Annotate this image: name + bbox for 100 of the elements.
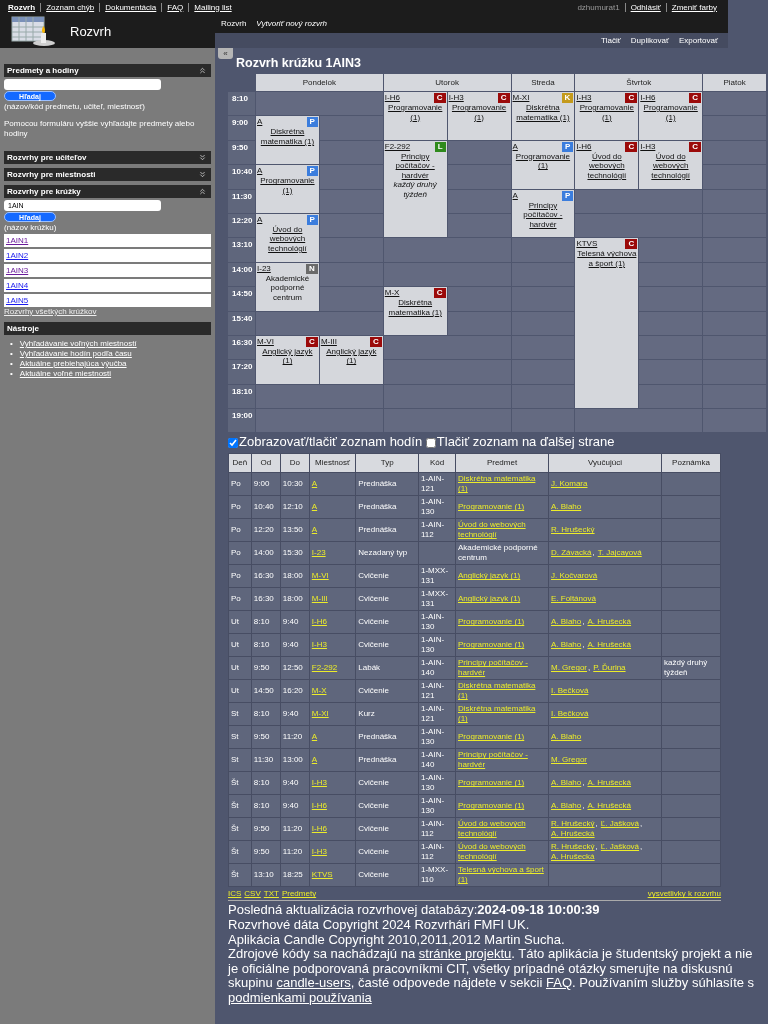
tool-link[interactable]: Vyhľadávanie hodín podľa času [19,349,132,359]
section-header[interactable]: Rozvrhy pre krúžky [4,185,211,198]
room-link[interactable]: A [257,166,263,176]
room-link[interactable]: A [257,117,263,127]
room-link[interactable]: I-H3 [311,778,327,788]
teacher-link[interactable]: R. Hrušecký [551,842,595,852]
user-link[interactable]: Zmeniť farby [665,2,722,12]
teacher-link[interactable]: Ľ. Jašková [600,842,640,852]
new-schedule-link[interactable]: Vytvoriť nový rozvrh [256,19,328,28]
room-link[interactable]: M-X [311,686,327,696]
teacher-link[interactable]: A. Blaho [551,732,582,742]
nav-link[interactable]: Zoznam chýb [40,2,100,12]
teacher-link[interactable]: I. Bečková [551,709,589,719]
teacher-link[interactable]: A. Blaho [551,640,582,650]
subject-link[interactable]: Programovanie (1) [640,103,702,122]
teacher-link[interactable]: A. Blaho [551,502,582,512]
room-link[interactable]: I-H3 [576,93,592,103]
tool-link[interactable]: Aktuálne voľné miestnosti [19,369,112,379]
subject-link[interactable]: Principy počítačov - hardvér [458,658,546,679]
room-link[interactable]: A [311,732,318,742]
room-link[interactable]: A [311,479,318,489]
subject-link[interactable]: Principy počítačov - hardvér [458,750,546,771]
collapse-icon[interactable] [198,66,207,75]
section-header[interactable]: Rozvrhy pre miestnosti [4,168,211,181]
action-link[interactable]: Exportovať [678,36,718,45]
teacher-link[interactable]: E. Foltánová [551,594,596,604]
user-link[interactable]: Odhlásiť [624,2,666,12]
room-link[interactable]: I-H3 [640,141,656,152]
footer-link[interactable]: podmienkami používania [228,990,372,1006]
room-link[interactable]: I-H6 [384,93,400,103]
room-link[interactable]: I-H6 [640,93,656,103]
lesson-card[interactable]: A P Úvod do webových technológií [256,213,319,262]
search-field[interactable] [4,79,161,90]
lesson-card[interactable]: M-VI C Anglický jazyk (1) [256,335,319,384]
teacher-link[interactable]: T. Jajcayová [597,548,642,558]
lesson-card[interactable]: M-XI K Diskrétna matematika (1) [511,92,575,140]
teacher-link[interactable]: Ľ. Jašková [600,819,640,829]
teacher-link[interactable]: A. Hrušecká [587,640,632,650]
checkbox[interactable] [228,438,238,449]
room-link[interactable]: I-H3 [448,93,464,103]
lesson-card[interactable]: F2-292 L Principy počítačov - hardvér každý druhý týždeň [383,140,447,238]
export-link[interactable]: CSV [244,889,261,899]
section-header[interactable]: Nástroje [4,322,211,335]
teacher-link[interactable]: A. Hrušecká [587,778,632,788]
teacher-link[interactable]: A. Hrušecká [587,617,632,627]
footer-link[interactable]: FAQ [546,975,572,991]
room-link[interactable]: A [311,502,318,512]
nav-link[interactable]: Mailing list [188,2,237,12]
expand-icon[interactable] [198,153,207,162]
room-link[interactable]: F2-292 [384,141,411,152]
room-link[interactable]: A [257,214,263,225]
lesson-card[interactable]: M-III C Anglický jazyk (1) [319,335,383,384]
teacher-link[interactable]: A. Hrušecká [587,801,632,811]
teacher-link[interactable]: I. Bečková [551,686,589,696]
lesson-card[interactable]: I-H3 C Programovanie (1) [447,92,511,140]
room-link[interactable]: I-H3 [311,847,327,857]
room-link[interactable]: M-XI [512,93,530,103]
room-link[interactable]: A [311,755,318,765]
lesson-card[interactable]: I-H3 C Programovanie (1) [575,92,639,140]
lesson-card[interactable]: KTVS C Telesná výchova a šport (1) [575,238,639,409]
subject-link[interactable]: Úvod do webových technológií [458,819,546,840]
lesson-card[interactable]: I-H6 C Programovanie (1) [383,92,447,140]
room-link[interactable]: KTVS [576,239,598,249]
export-link[interactable]: Predmety [281,889,317,899]
subject-link[interactable]: Anglický jazyk (1) [320,346,382,366]
teacher-link[interactable]: A. Blaho [551,778,582,788]
subject-link[interactable]: Diskrétna matematika (1) [257,127,318,147]
subject-link[interactable]: Diskrétna matematika (1) [458,704,546,725]
export-link[interactable]: TXT [263,889,279,899]
subject-link[interactable]: Diskrétna matematika (1) [512,103,574,122]
subject-link[interactable]: Úvod do webových technológií [458,842,546,863]
teacher-link[interactable]: A. Hrušecká [551,829,595,839]
subject-link[interactable]: Diskrétna matematika (1) [384,298,446,318]
subject-link[interactable]: Programovanie (1) [458,732,546,743]
room-link[interactable]: M-VI [257,336,274,347]
room-link[interactable]: I-H6 [311,824,327,834]
lesson-card[interactable]: A P Diskrétna matematika (1) [256,116,319,165]
subject-link[interactable]: Telesná výchova a šport (1) [458,865,546,886]
teacher-link[interactable]: M. Gregor [551,755,587,765]
subject-link[interactable]: Programovanie (1) [448,103,510,122]
room-link[interactable]: I-H3 [311,640,327,650]
teacher-link[interactable]: J. Kočvarová [551,571,598,581]
teacher-link[interactable]: P. Ďurina [593,663,626,673]
room-link[interactable]: M-III [311,594,328,604]
room-link[interactable]: M-XI [311,709,329,719]
teacher-link[interactable]: R. Hrušecký [551,525,595,535]
room-link[interactable]: I-23 [311,548,326,558]
subject-link[interactable]: Programovanie (1) [512,151,574,171]
room-link[interactable]: F2-292 [311,663,338,673]
checkbox[interactable] [425,438,436,449]
action-link[interactable]: Tlačiť [600,36,621,45]
action-link[interactable]: Duplikovať [630,36,669,45]
teacher-link[interactable]: R. Hrušecký [551,819,595,829]
result-link[interactable]: 1AIN2 [4,249,211,262]
teacher-link[interactable]: A. Blaho [551,801,582,811]
nav-link[interactable]: Dokumentácia [99,2,162,12]
collapse-sidebar-button[interactable]: « [218,48,233,59]
lesson-card[interactable]: I-H6 C Úvod do webových technológií [575,140,639,189]
room-link[interactable]: I-H6 [576,141,592,152]
footer-link[interactable]: candle-users [276,975,351,991]
